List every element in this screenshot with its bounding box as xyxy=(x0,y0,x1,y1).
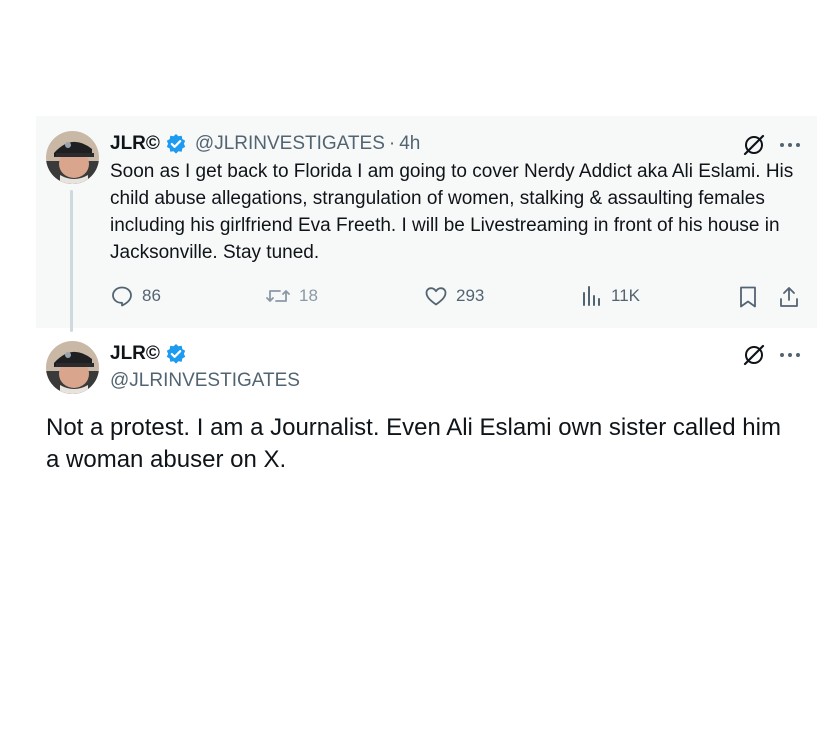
tweet-header: JLR© @JLRINVESTIGATES · 4h xyxy=(110,133,420,155)
grok-icon[interactable] xyxy=(740,131,768,159)
repost-count: 18 xyxy=(299,286,318,305)
avatar[interactable] xyxy=(46,131,99,184)
share-icon[interactable] xyxy=(776,284,802,310)
views-button[interactable]: 11K xyxy=(581,284,640,308)
reply-count: 86 xyxy=(142,286,161,305)
repost-icon xyxy=(266,290,290,302)
user-handle[interactable]: @JLRINVESTIGATES xyxy=(110,370,300,392)
reply-icon xyxy=(112,286,132,307)
user-handle[interactable]: @JLRINVESTIGATES xyxy=(195,133,385,155)
timestamp[interactable]: 4h xyxy=(399,133,420,155)
avatar[interactable] xyxy=(46,341,99,394)
tweet-text: Soon as I get back to Florida I am going… xyxy=(110,161,794,263)
tweet-actions: 86 18 293 11K xyxy=(0,282,817,312)
verified-badge-icon xyxy=(165,343,187,365)
views-count: 11K xyxy=(611,286,640,305)
like-icon xyxy=(425,287,447,306)
more-icon[interactable] xyxy=(776,131,804,159)
bookmark-icon[interactable] xyxy=(735,284,761,310)
reply-text: Not a protest. I am a Journalist. Even A… xyxy=(46,414,781,473)
display-name[interactable]: JLR© xyxy=(110,133,160,155)
reply-button[interactable]: 86 xyxy=(110,284,161,308)
grok-icon[interactable] xyxy=(740,341,768,369)
like-button[interactable]: 293 xyxy=(424,284,484,308)
more-icon[interactable] xyxy=(776,341,804,369)
display-name[interactable]: JLR© xyxy=(110,343,160,365)
verified-badge-icon xyxy=(165,133,187,155)
separator-dot: · xyxy=(388,133,396,154)
repost-button[interactable]: 18 xyxy=(265,284,318,308)
like-count: 293 xyxy=(456,286,485,305)
views-icon xyxy=(583,286,600,306)
reply-header: JLR© xyxy=(110,343,187,365)
